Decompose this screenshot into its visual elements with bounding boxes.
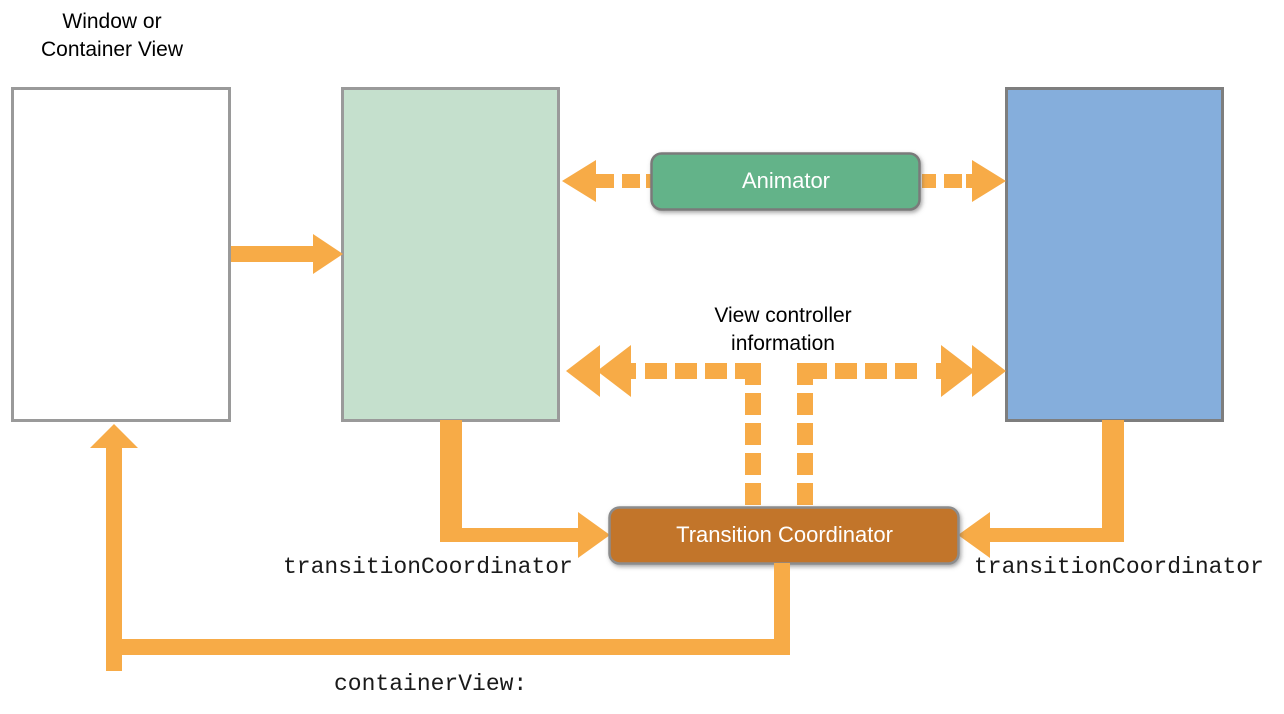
connector-toview-to-coordinator [958,420,1124,558]
transition-coordinator-right-label: transitionCoordinator [974,554,1264,580]
from-view-box [341,87,560,422]
container-view-label: containerView: [334,671,528,697]
diagram-graphics [11,87,1224,671]
connector-animator-to-toview [922,160,1006,202]
connector-window-to-fromview [231,234,343,274]
diagram-canvas: Window or Container View Animator Transi… [0,0,1284,714]
connector-fromview-to-coordinator [440,420,610,558]
connector-coordinator-dashed-branch-right [797,363,813,505]
connector-animator-to-fromview [562,160,656,202]
window-container-view-box [11,87,231,422]
connector-coordinator-dashed-branch-left [745,363,761,505]
view-controller-information-label: View controller information [714,304,852,355]
transition-coordinator-left-label: transitionCoordinator [283,554,573,580]
page-title: Window or Container View [40,10,184,61]
to-view-box [1005,87,1224,422]
transition-coordinator-node[interactable] [608,506,960,565]
animator-node[interactable] [650,152,921,211]
